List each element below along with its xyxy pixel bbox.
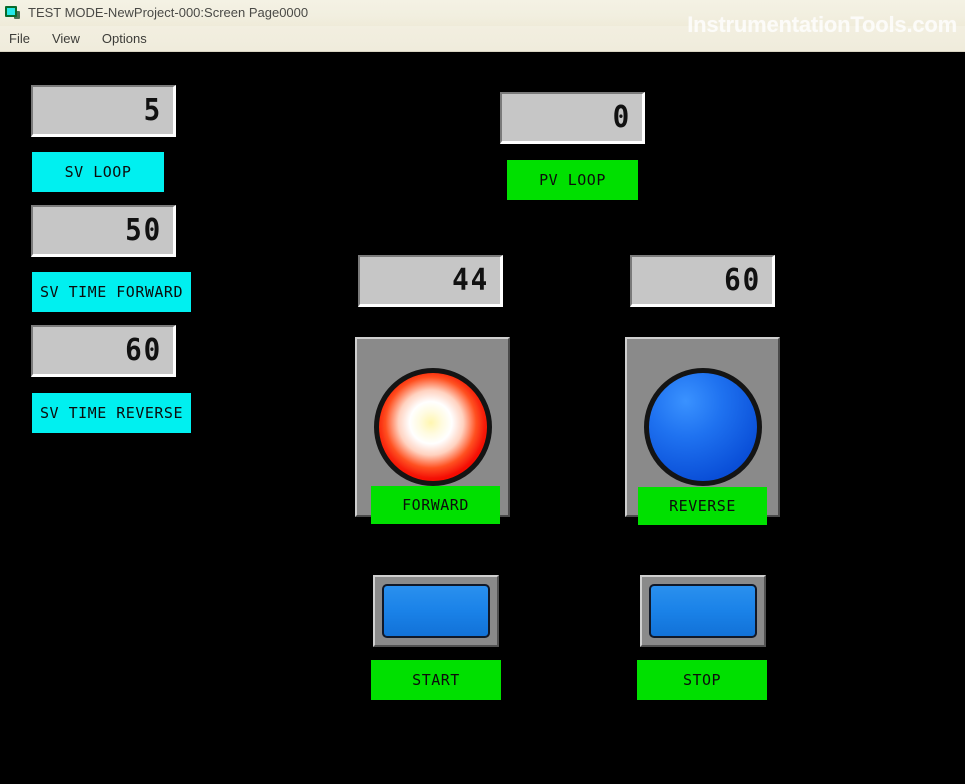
forward-display[interactable]: 44 [358, 255, 503, 307]
sv-time-reverse-display[interactable]: 60 [31, 325, 176, 377]
forward-label: FORWARD [371, 486, 500, 524]
sv-time-forward-value: 50 [125, 213, 162, 248]
sv-time-forward-display[interactable]: 50 [31, 205, 176, 257]
sv-time-reverse-label: SV TIME REVERSE [32, 393, 191, 433]
window-titlebar: TEST MODE-NewProject-000:Screen Page0000 [0, 0, 965, 26]
sv-loop-value: 5 [143, 93, 162, 128]
pv-loop-value: 0 [612, 100, 631, 135]
sv-loop-label: SV LOOP [32, 152, 164, 192]
reverse-indicator-lamp [643, 368, 762, 486]
hmi-canvas: 5 SV LOOP 50 SV TIME FORWARD 60 SV TIME … [0, 52, 965, 784]
forward-display-value: 44 [452, 263, 489, 298]
sv-loop-display[interactable]: 5 [31, 85, 176, 137]
stop-label: STOP [637, 660, 767, 700]
start-pushbutton[interactable] [373, 575, 499, 647]
stop-pushbutton[interactable] [640, 575, 766, 647]
menu-item-options[interactable]: Options [102, 31, 147, 46]
menu-item-view[interactable]: View [52, 31, 80, 46]
start-button-face [382, 584, 490, 638]
pv-loop-display[interactable]: 0 [500, 92, 645, 144]
hmi-application-window: TEST MODE-NewProject-000:Screen Page0000… [0, 0, 965, 784]
start-label: START [371, 660, 501, 700]
reverse-display[interactable]: 60 [630, 255, 775, 307]
stop-button-face [649, 584, 757, 638]
reverse-label: REVERSE [638, 487, 767, 525]
pv-loop-label: PV LOOP [507, 160, 638, 200]
sv-time-reverse-value: 60 [125, 333, 162, 368]
forward-indicator-lamp [373, 368, 492, 486]
screen-page-icon [5, 6, 21, 20]
window-title: TEST MODE-NewProject-000:Screen Page0000 [28, 5, 309, 20]
reverse-display-value: 60 [724, 263, 761, 298]
menu-item-file[interactable]: File [9, 31, 30, 46]
menu-bar: File View Options [0, 26, 965, 52]
sv-time-forward-label: SV TIME FORWARD [32, 272, 191, 312]
